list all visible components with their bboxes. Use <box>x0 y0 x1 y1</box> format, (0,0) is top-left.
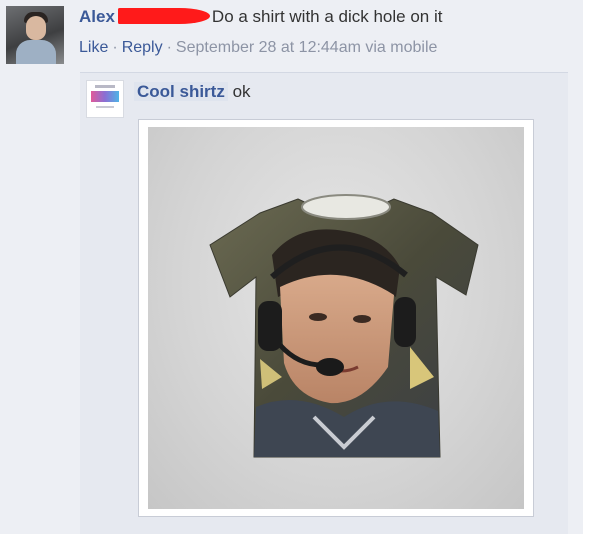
redaction-mark <box>117 8 210 24</box>
like-link[interactable]: Like <box>79 39 108 56</box>
comment-body: Alex Do a shirt with a dick hole on it <box>79 7 442 27</box>
collar <box>301 194 391 220</box>
comment-author-link[interactable]: Alex <box>79 7 115 26</box>
comment-text: Do a shirt with a dick hole on it <box>211 7 443 26</box>
logo-mark <box>95 85 115 88</box>
printed-headset-ear <box>258 301 282 351</box>
page-avatar[interactable] <box>86 80 124 118</box>
page: Alex Do a shirt with a dick hole on it Li… <box>0 0 600 534</box>
comment-timestamp[interactable]: September 28 at 12:44am via mobile <box>176 39 437 56</box>
reply-link[interactable]: Reply <box>122 39 163 56</box>
reply-author-link[interactable]: Cool shirtz <box>134 82 228 101</box>
printed-eye <box>353 315 371 323</box>
avatar-face <box>26 16 46 40</box>
reply-text: ok <box>232 82 251 101</box>
printed-microphone-tip <box>316 358 344 376</box>
image-attachment[interactable] <box>138 119 534 517</box>
logo-mark <box>96 106 114 108</box>
separator-dot: · <box>166 39 172 56</box>
avatar[interactable] <box>6 6 64 64</box>
printed-headset-ear <box>394 297 416 347</box>
comment-meta: Like · Reply · September 28 at 12:44am via m… <box>79 39 437 57</box>
avatar-shirt <box>16 40 56 64</box>
comment-thread: Alex Do a shirt with a dick hole on it Li… <box>0 0 583 534</box>
separator-dot: · <box>112 39 118 56</box>
reply-body: Cool shirtz ok <box>134 82 251 102</box>
printed-eye <box>309 313 327 321</box>
logo-mark <box>91 91 119 102</box>
attachment-photo-background <box>148 127 524 509</box>
tshirt-illustration <box>209 194 479 458</box>
